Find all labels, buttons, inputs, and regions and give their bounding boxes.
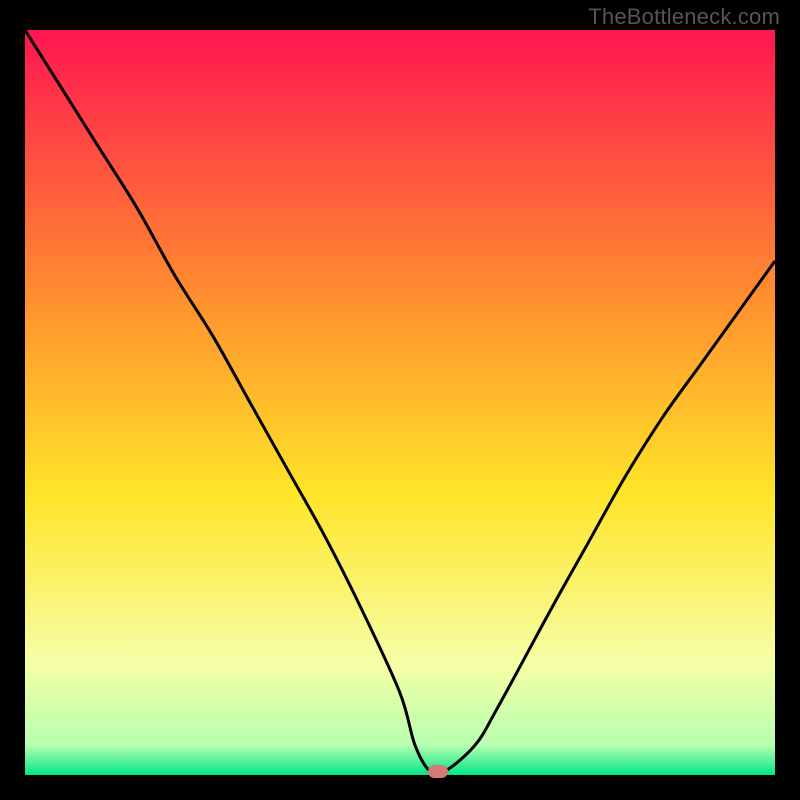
chart-container: TheBottleneck.com (0, 0, 800, 800)
gradient-background (25, 30, 775, 775)
optimal-point-marker (428, 765, 448, 778)
plot-frame (25, 30, 775, 775)
bottleneck-chart (25, 30, 775, 775)
watermark-text: TheBottleneck.com (588, 4, 780, 30)
